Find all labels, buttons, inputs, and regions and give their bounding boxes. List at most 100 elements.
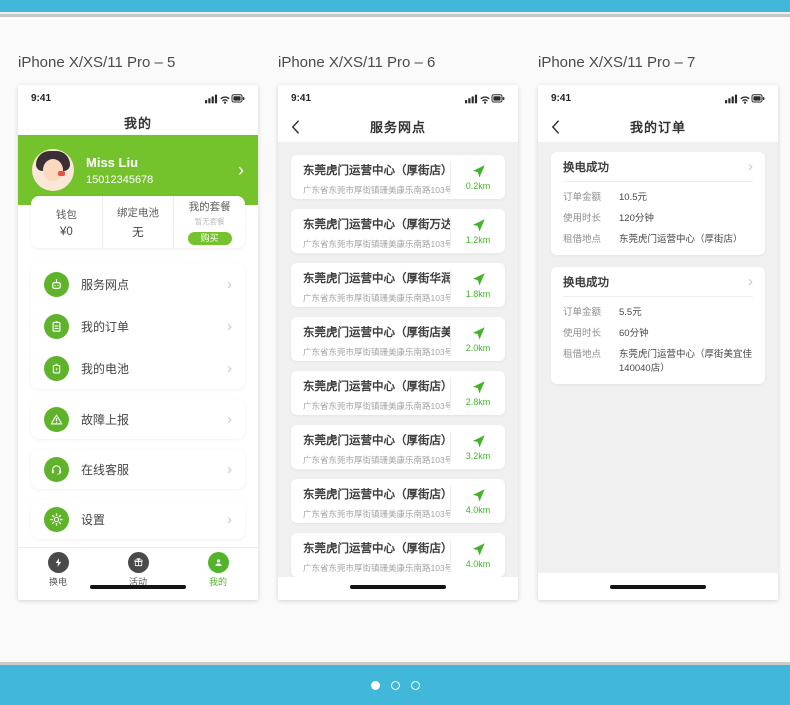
menu-card-settings[interactable]: 设置 › bbox=[31, 499, 245, 539]
bottom-accent-bar bbox=[0, 665, 790, 705]
station-distance: 2.0km bbox=[466, 343, 491, 353]
back-button[interactable] bbox=[551, 119, 560, 134]
station-card[interactable]: 东莞虎门运营中心（厚街店） 广东省东莞市厚街镇珊美康乐南路103号 4.0km bbox=[291, 533, 505, 577]
order-row-value: 东莞虎门运营中心（厚街美宜佳140040店） bbox=[619, 346, 753, 374]
profile-header[interactable]: Miss Liu 15012345678 › bbox=[18, 135, 258, 205]
tab-bar: 换电 活动 我的 bbox=[18, 547, 258, 588]
tab-label: 我的 bbox=[209, 575, 227, 588]
menu-card-fault-report[interactable]: 故障上报 › bbox=[31, 399, 245, 439]
chevron-right-icon: › bbox=[227, 277, 232, 292]
tab-battery-swap[interactable]: 换电 bbox=[28, 552, 88, 588]
menu-item-label: 在线客服 bbox=[81, 461, 227, 478]
phone-frame-6: 9:41 服务网点 bbox=[278, 85, 518, 600]
order-status: 换电成功 bbox=[563, 159, 609, 175]
order-card[interactable]: 换电成功 › 订单金额 10.5元 使用时长 120分钟 租借地点 东莞虎门运营… bbox=[551, 152, 765, 255]
order-list-scroll[interactable]: 换电成功 › 订单金额 10.5元 使用时长 120分钟 租借地点 东莞虎门运营… bbox=[538, 142, 778, 573]
station-card[interactable]: 东莞虎门运营中心（厚街店） 广东省东莞市厚街镇珊美康乐南路103号 2.8km bbox=[291, 371, 505, 415]
pagination-dot-active[interactable] bbox=[371, 681, 380, 690]
navigate-button[interactable]: 2.0km bbox=[450, 324, 505, 354]
pagination-dot[interactable] bbox=[411, 681, 420, 690]
home-indicator[interactable] bbox=[90, 585, 186, 589]
navigate-button[interactable]: 1.2km bbox=[450, 216, 505, 246]
order-row-value: 10.5元 bbox=[619, 189, 647, 203]
location-arrow-icon bbox=[471, 272, 486, 287]
order-row-value: 60分钟 bbox=[619, 325, 649, 339]
package-col: 我的套餐 暂无套餐 购买 bbox=[173, 196, 245, 248]
station-list-scroll[interactable]: 东莞虎门运营中心（厚街店） 广东省东莞市厚街镇珊美康乐南路103号 0.2km … bbox=[278, 142, 518, 577]
back-chevron-icon bbox=[291, 119, 300, 134]
back-chevron-icon bbox=[551, 119, 560, 134]
tab-label: 换电 bbox=[49, 575, 67, 588]
page-title: 我的订单 bbox=[630, 117, 686, 136]
signal-wifi-battery-icon bbox=[725, 93, 765, 104]
status-time: 9:41 bbox=[291, 93, 311, 104]
location-arrow-icon bbox=[471, 164, 486, 179]
location-arrow-icon bbox=[471, 488, 486, 503]
station-distance: 1.2km bbox=[466, 235, 491, 245]
location-arrow-icon bbox=[471, 218, 486, 233]
status-bar: 9:41 bbox=[538, 85, 778, 109]
battery-bind-col[interactable]: 绑定电池 无 bbox=[102, 196, 174, 248]
station-card[interactable]: 东莞虎门运营中心（厚街万达店） 广东省东莞市厚街镇珊美康乐南路103号 1.2k… bbox=[291, 209, 505, 253]
menu-card-online-service[interactable]: 在线客服 › bbox=[31, 449, 245, 489]
location-arrow-icon bbox=[471, 380, 486, 395]
lightning-icon bbox=[48, 552, 69, 573]
order-row-label: 订单金额 bbox=[563, 189, 619, 203]
back-button[interactable] bbox=[291, 119, 300, 134]
tab-activity[interactable]: 活动 bbox=[108, 552, 168, 588]
station-card[interactable]: 东莞虎门运营中心（厚街华润万家店） 广东省东莞市厚街镇珊美康乐南路103号 1.… bbox=[291, 263, 505, 307]
status-bar: 9:41 bbox=[278, 85, 518, 109]
home-indicator[interactable] bbox=[350, 585, 446, 589]
station-name: 东莞虎门运营中心（厚街店） bbox=[303, 162, 450, 178]
menu-item-my-battery[interactable]: 我的电池 › bbox=[31, 347, 245, 389]
user-name: Miss Liu bbox=[86, 155, 238, 170]
tab-mine[interactable]: 我的 bbox=[188, 552, 248, 588]
station-card[interactable]: 东莞虎门运营中心（厚街店） 广东省东莞市厚街镇珊美康乐南路103号 4.0km bbox=[291, 479, 505, 523]
menu-group-card: 服务网点 › 我的订单 › 我的电池 › bbox=[31, 263, 245, 389]
navigate-button[interactable]: 3.2km bbox=[450, 432, 505, 462]
chevron-right-icon[interactable]: › bbox=[238, 161, 244, 179]
menu-item-service-network[interactable]: 服务网点 › bbox=[31, 263, 245, 305]
chevron-right-icon[interactable]: › bbox=[748, 159, 753, 174]
order-card[interactable]: 换电成功 › 订单金额 5.5元 使用时长 60分钟 租借地点 东莞虎门运营中心… bbox=[551, 267, 765, 384]
station-name: 东莞虎门运营中心（厚街店美宜佳1400 bbox=[303, 324, 450, 340]
navigate-button[interactable]: 4.0km bbox=[450, 540, 505, 570]
station-card[interactable]: 东莞虎门运营中心（厚街店） 广东省东莞市厚街镇珊美康乐南路103号 0.2km bbox=[291, 155, 505, 199]
station-card[interactable]: 东莞虎门运营中心（厚街店） 广东省东莞市厚街镇珊美康乐南路103号 3.2km bbox=[291, 425, 505, 469]
menu-item-label: 设置 bbox=[81, 511, 227, 528]
status-icons bbox=[205, 93, 245, 104]
avatar[interactable] bbox=[32, 149, 74, 191]
status-time: 9:41 bbox=[31, 93, 51, 104]
pagination-dot[interactable] bbox=[391, 681, 400, 690]
chevron-right-icon[interactable]: › bbox=[748, 274, 753, 289]
order-row-value: 东莞虎门运营中心（厚街店） bbox=[619, 231, 743, 245]
station-address: 广东省东莞市厚街镇珊美康乐南路103号 bbox=[303, 562, 450, 574]
station-name: 东莞虎门运营中心（厚街店） bbox=[303, 378, 450, 394]
location-arrow-icon bbox=[471, 542, 486, 557]
order-row-label: 租借地点 bbox=[563, 346, 619, 374]
package-label: 我的套餐 bbox=[189, 199, 231, 214]
menu-item-label: 故障上报 bbox=[81, 411, 227, 428]
order-row-label: 使用时长 bbox=[563, 325, 619, 339]
home-indicator[interactable] bbox=[610, 585, 706, 589]
headset-icon bbox=[44, 457, 69, 482]
chevron-right-icon: › bbox=[227, 412, 232, 427]
menu-item-my-orders[interactable]: 我的订单 › bbox=[31, 305, 245, 347]
signal-wifi-battery-icon bbox=[465, 93, 505, 104]
navigate-button[interactable]: 2.8km bbox=[450, 378, 505, 408]
order-row-label: 租借地点 bbox=[563, 231, 619, 245]
navigate-button[interactable]: 0.2km bbox=[450, 162, 505, 192]
navigate-button[interactable]: 1.8km bbox=[450, 270, 505, 300]
wallet-col[interactable]: 钱包 ¥0 bbox=[31, 196, 102, 248]
location-arrow-icon bbox=[471, 434, 486, 449]
battery-icon bbox=[44, 356, 69, 381]
navigate-button[interactable]: 4.0km bbox=[450, 486, 505, 516]
person-icon bbox=[208, 552, 229, 573]
status-icons bbox=[465, 93, 505, 104]
order-row-value: 120分钟 bbox=[619, 210, 654, 224]
buy-button[interactable]: 购买 bbox=[188, 232, 232, 245]
station-address: 广东省东莞市厚街镇珊美康乐南路103号 bbox=[303, 346, 450, 358]
station-card[interactable]: 东莞虎门运营中心（厚街店美宜佳1400 广东省东莞市厚街镇珊美康乐南路103号 … bbox=[291, 317, 505, 361]
battery-bind-value: 无 bbox=[132, 224, 144, 240]
top-accent-bar bbox=[0, 0, 790, 12]
